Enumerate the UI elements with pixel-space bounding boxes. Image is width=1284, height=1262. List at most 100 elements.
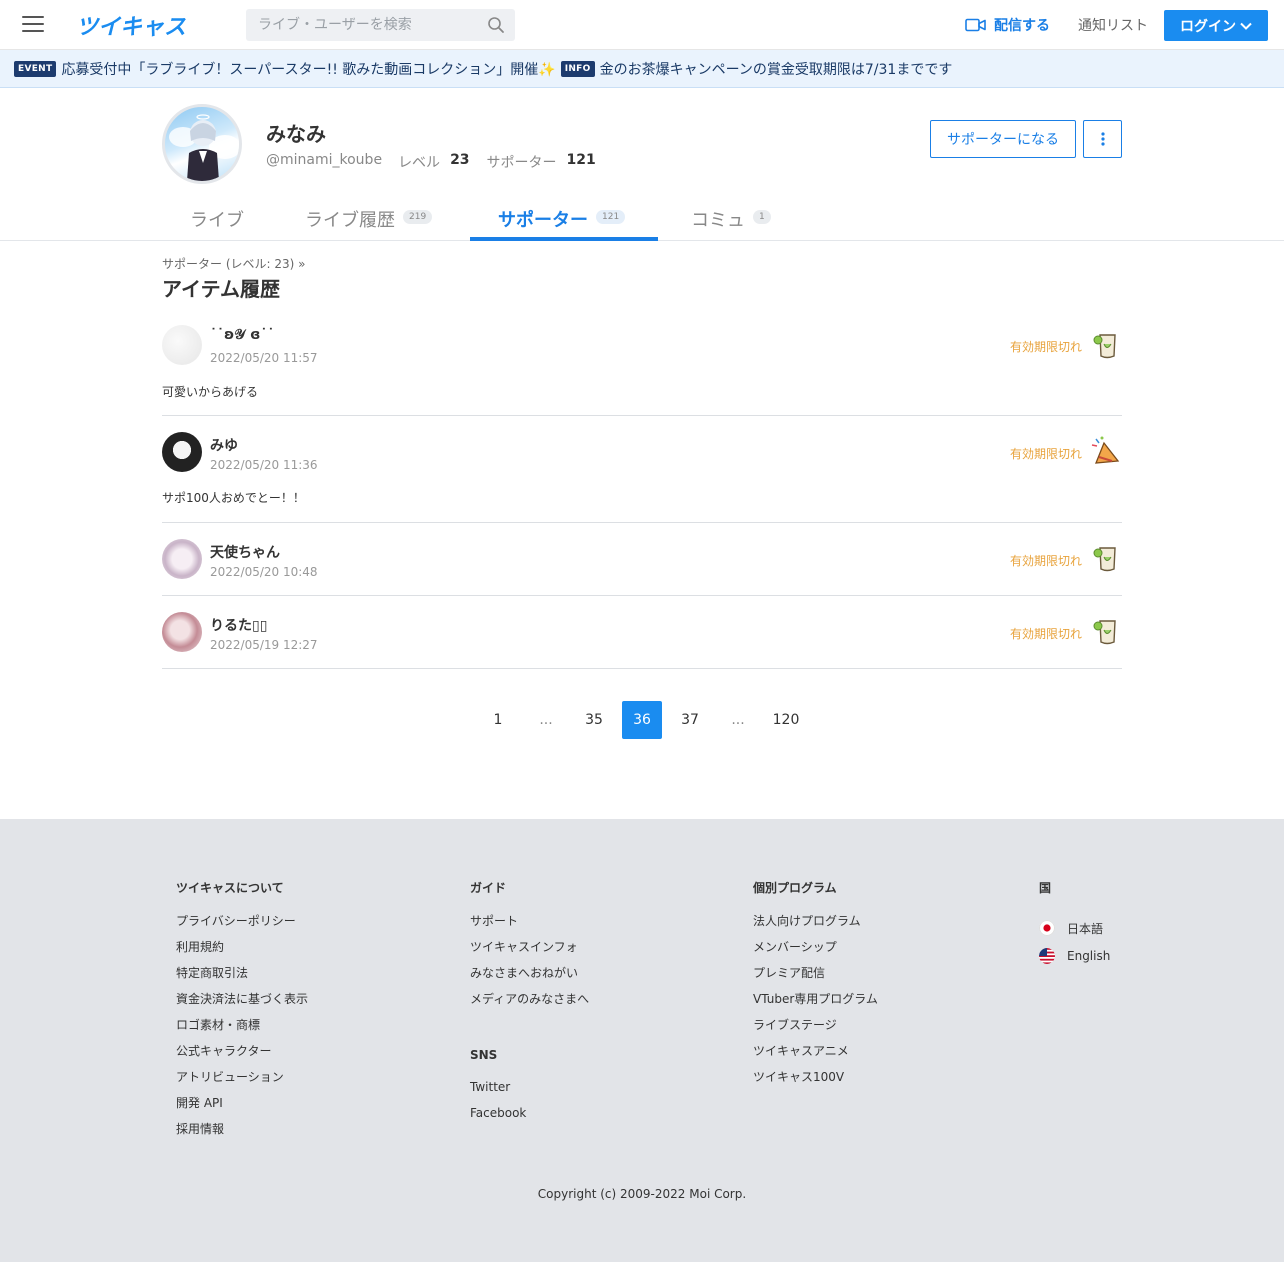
footer-country: 国 日本語 English [1039,879,1110,970]
profile-handle: @minami_koube [266,152,383,168]
menu-icon[interactable] [22,16,44,34]
list-item: みゆ 2022/05/20 11:36 有効期限切れ サポ100人おめでとー！！ [162,416,1122,523]
footer-link[interactable]: プライバシーポリシー [176,914,308,940]
footer-link[interactable]: 開発 API [176,1096,308,1122]
event-badge: EVENT [14,60,57,77]
list-item: 天使ちゃん 2022/05/20 10:48 有効期限切れ [162,523,1122,596]
news-info-link[interactable]: 金のお茶爆キャンペーンの賞金受取期限は7/31までです [600,59,953,79]
footer-link[interactable]: メディアのみなさまへ [470,992,589,1018]
tab-community[interactable]: コミュ 1 [691,196,771,241]
profile-tabs: ライブ ライブ履歴 219 サポーター 121 コミュ 1 [0,196,1284,241]
footer-link[interactable]: 特定商取引法 [176,966,308,992]
avatar[interactable] [162,612,202,652]
chevron-down-icon [1240,22,1252,30]
user-name[interactable]: 天使ちゃん [210,542,280,562]
page-link[interactable]: 35 [574,701,614,739]
language-japanese[interactable]: 日本語 [1039,914,1110,942]
footer-link[interactable]: 公式キャラクター [176,1044,308,1070]
tea-cup-icon [1093,334,1116,359]
footer-link[interactable]: ツイキャスインフォ [470,940,589,966]
footer-link[interactable]: 資金決済法に基づく表示 [176,992,308,1018]
active-tab-indicator [470,237,658,241]
level-label: レベル [398,155,441,171]
avatar[interactable] [162,432,202,472]
pagination: 1 ... 35 36 37 ... 120 [478,701,814,739]
page-link[interactable]: 120 [766,701,806,739]
footer-link[interactable]: ツイキャスアニメ [753,1044,878,1070]
footer-link-twitter[interactable]: Twitter [470,1080,589,1106]
page-ellipsis: ... [539,712,553,728]
user-name[interactable]: ˙˙ʚ𝒴 ɞ˙˙ [210,327,274,343]
avatar[interactable] [162,325,202,365]
footer-heading: 個別プログラム [753,881,837,895]
tab-count: 1 [753,210,771,224]
site-logo[interactable]: ツイキャス [76,9,186,41]
tab-count: 219 [403,210,433,224]
user-name[interactable]: りるた▯▯ [210,615,267,635]
login-label: ログイン [1180,18,1236,35]
supporter-label: サポーター [486,155,557,171]
tab-label: サポーター [498,210,588,231]
footer-guide: ガイド サポート ツイキャスインフォ みなさまへおねがい メディアのみなさまへ … [470,879,589,1132]
japan-flag-icon [1039,920,1055,936]
breadcrumb[interactable]: サポーター (レベル: 23) » [162,255,305,272]
footer-heading: ツイキャスについて [176,881,284,895]
status-badge: 有効期限切れ [1009,627,1082,641]
more-options-button[interactable] [1083,120,1122,158]
footer-link[interactable]: VTuber専用プログラム [753,992,878,1018]
video-camera-icon [965,18,986,32]
tab-live-history[interactable]: ライブ履歴 219 [305,196,433,241]
tab-label: ライブ [190,210,244,231]
language-label: 日本語 [1067,921,1104,936]
language-label: English [1067,949,1111,963]
footer-link[interactable]: 法人向けプログラム [753,914,878,940]
broadcast-button[interactable]: 配信する [965,15,1050,35]
copyright: Copyright (c) 2009-2022 Moi Corp. [537,1187,747,1201]
news-event-link[interactable]: 応募受付中「ラブライブ！スーパースター!! 歌みた動画コレクション」開催✨ [61,59,555,79]
page-link[interactable]: 1 [478,701,518,739]
avatar[interactable] [162,539,202,579]
page-ellipsis: ... [731,712,745,728]
item-time: 2022/05/20 11:57 [210,351,318,365]
footer-link-facebook[interactable]: Facebook [470,1106,589,1132]
profile-name: みなみ [266,122,326,146]
info-badge: INFO [560,60,595,77]
footer-heading: ガイド [470,881,507,895]
more-vertical-icon [1100,132,1105,146]
list-item: ˙˙ʚ𝒴 ɞ˙˙ 2022/05/20 11:57 有効期限切れ 可愛いからあげ… [162,315,1122,416]
notification-list-link[interactable]: 通知リスト [1078,15,1148,35]
login-button[interactable]: ログイン [1164,10,1268,41]
tab-supporters[interactable]: サポーター 121 [498,196,626,241]
news-bar: EVENT 応募受付中「ラブライブ！スーパースター!! 歌みた動画コレクション」… [0,50,1284,88]
tab-live[interactable]: ライブ [190,196,244,241]
top-header: ツイキャス 配信する 通知リスト ログイン [0,0,1284,50]
language-english[interactable]: English [1039,942,1110,970]
footer-link[interactable]: みなさまへおねがい [470,966,589,992]
footer-link[interactable]: サポート [470,914,589,940]
footer-link[interactable]: ライブステージ [753,1018,878,1044]
status-badge: 有効期限切れ [1009,447,1082,461]
footer-link[interactable]: ロゴ素材・商標 [176,1018,308,1044]
footer-link[interactable]: ツイキャス100V [753,1070,878,1096]
level-value: 23 [450,152,470,168]
footer-link[interactable]: 採用情報 [176,1122,308,1148]
footer-programs: 個別プログラム 法人向けプログラム メンバーシップ プレミア配信 VTuber専… [753,879,878,1096]
supporter-count: 121 [566,152,596,168]
user-name[interactable]: みゆ [210,435,238,455]
page-current[interactable]: 36 [622,701,662,739]
footer-link[interactable]: アトリビューション [176,1070,308,1096]
tea-cup-icon [1093,620,1116,645]
party-cracker-icon [1091,436,1120,464]
footer-link[interactable]: メンバーシップ [753,940,878,966]
page-link[interactable]: 37 [670,701,710,739]
search-input[interactable] [246,9,476,41]
search-icon[interactable] [487,16,505,34]
item-time: 2022/05/20 10:48 [210,565,318,579]
item-time: 2022/05/19 12:27 [210,638,318,652]
footer-link[interactable]: 利用規約 [176,940,308,966]
footer-link[interactable]: プレミア配信 [753,966,878,992]
footer-heading: SNS [470,1048,498,1062]
broadcast-label: 配信する [994,18,1050,34]
become-supporter-button[interactable]: サポーターになる [930,120,1076,158]
item-message: サポ100人おめでとー！！ [162,491,305,505]
